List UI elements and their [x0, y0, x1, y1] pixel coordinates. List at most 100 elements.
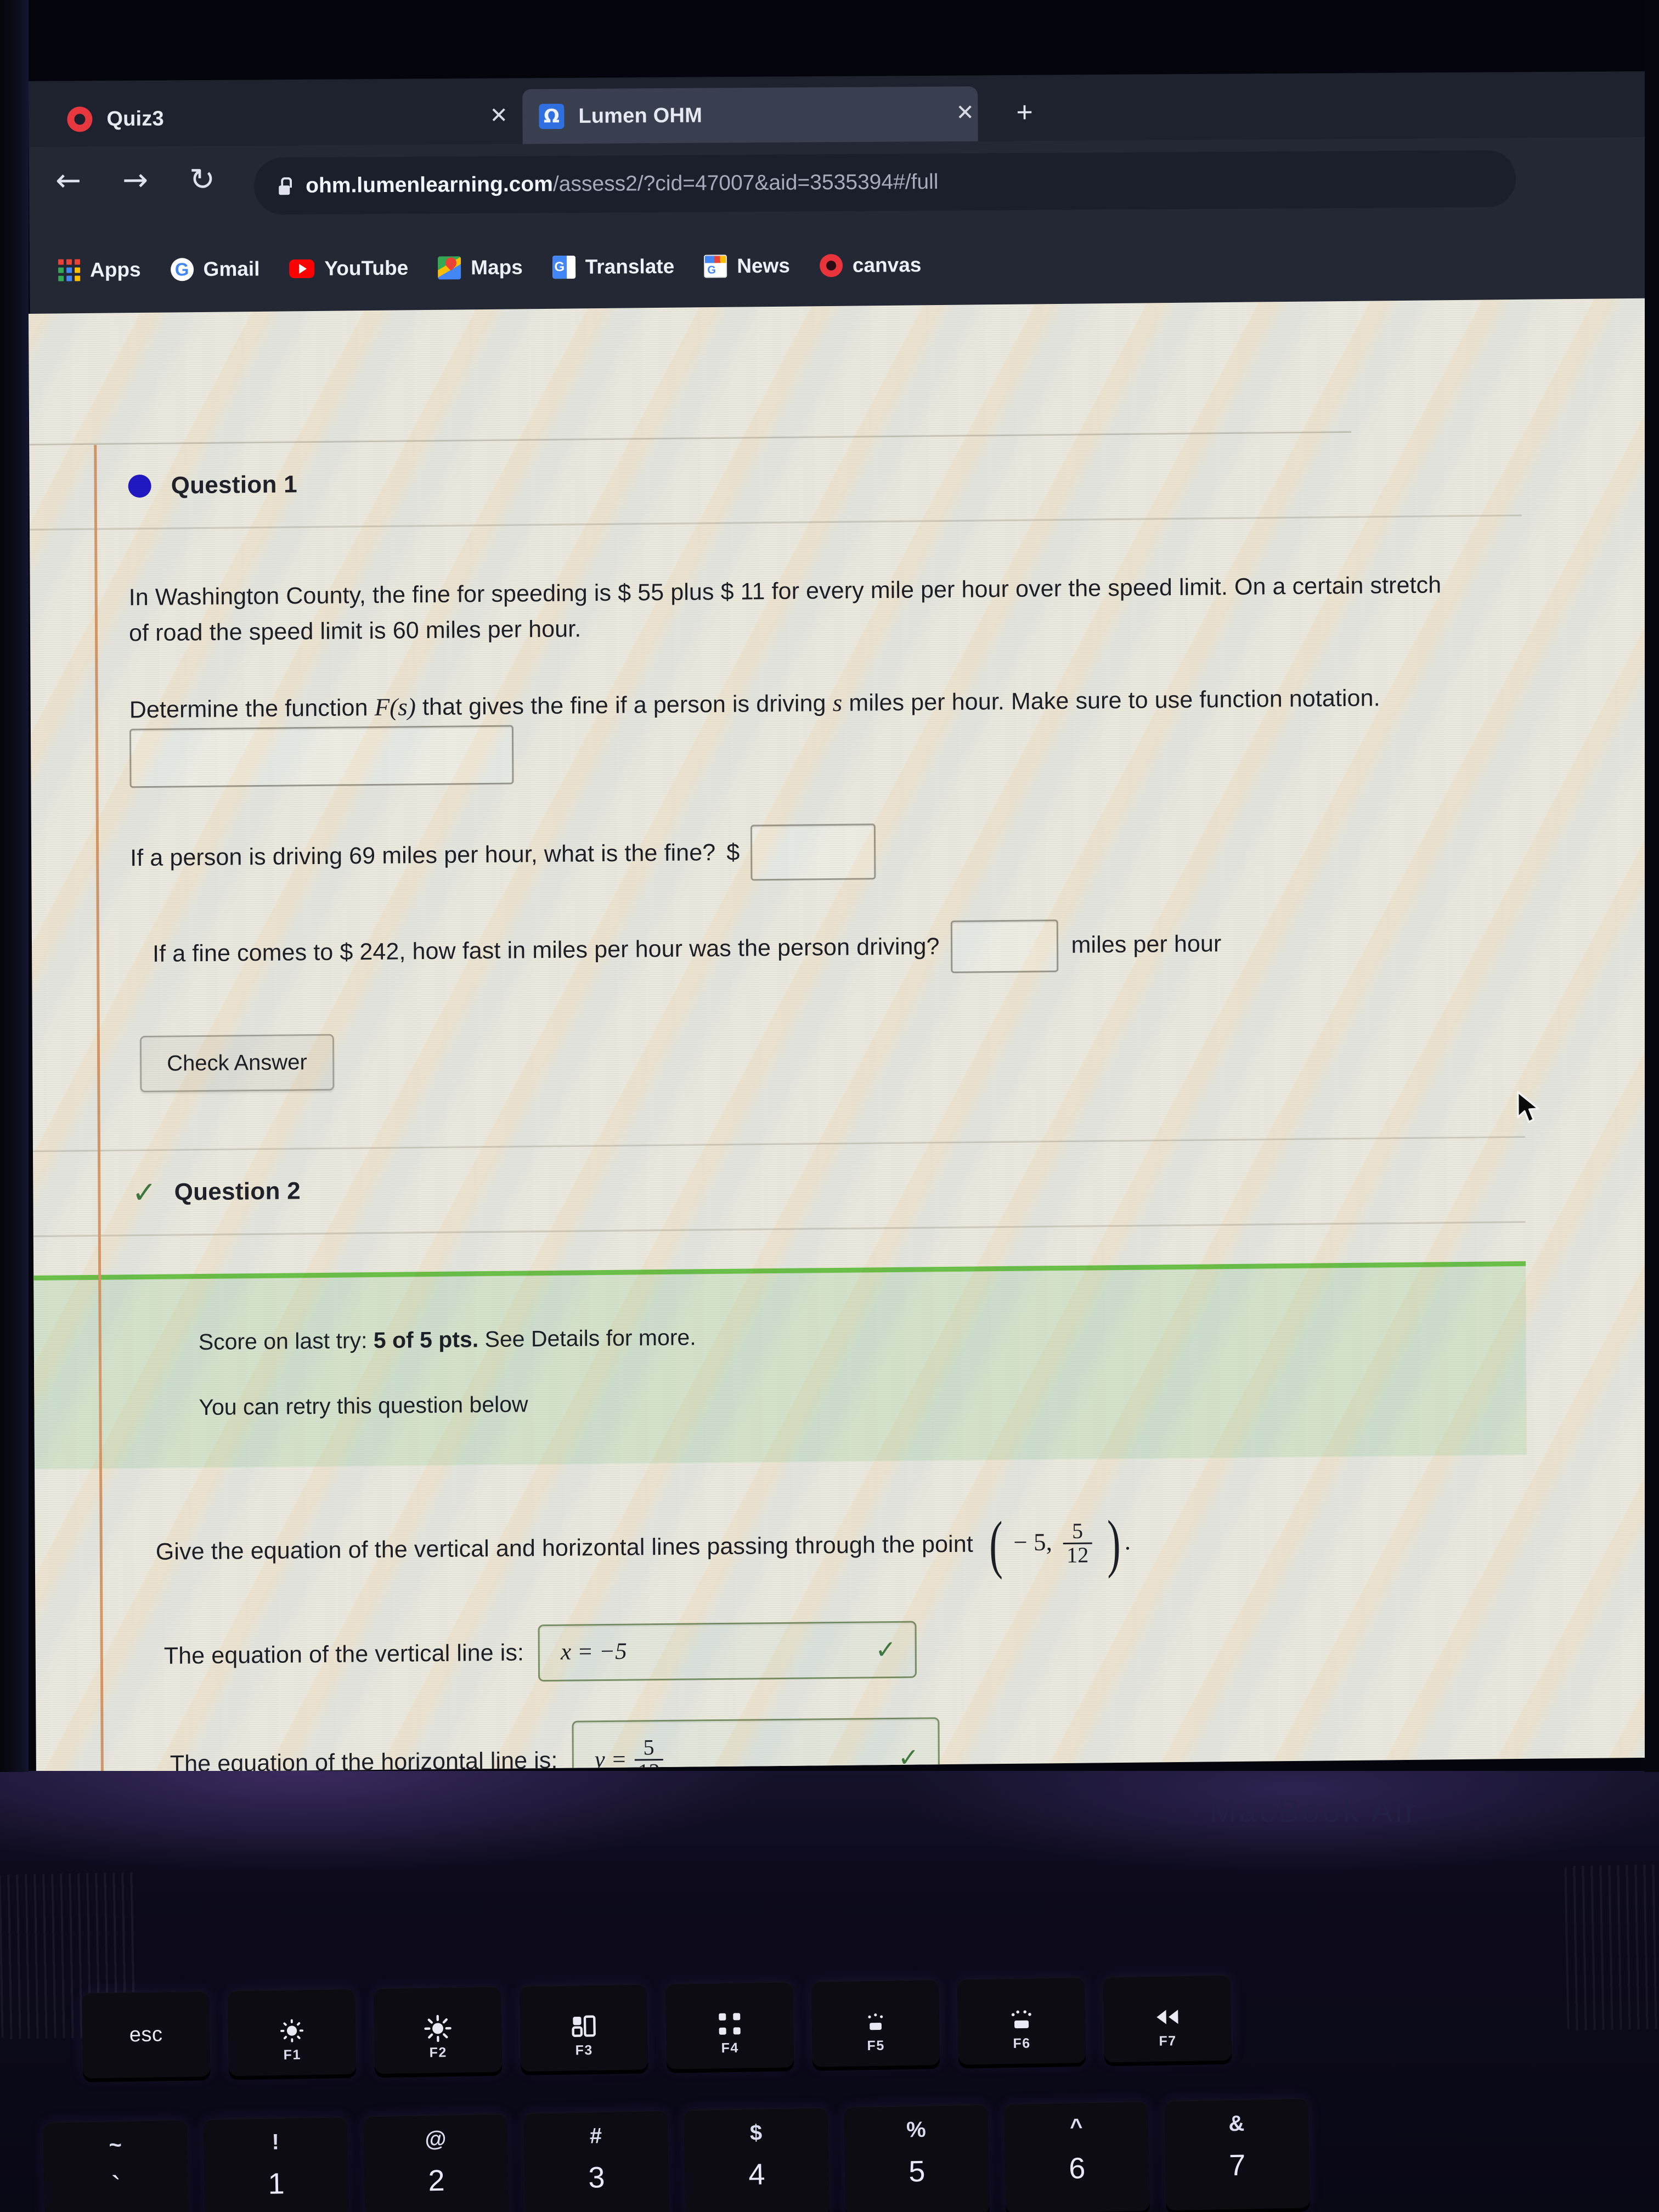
key-2[interactable]: @ 2 [363, 2113, 510, 2212]
url-host: ohm.lumenlearning.com [306, 172, 554, 198]
speed-answer-input[interactable] [950, 919, 1058, 973]
score-suffix: See Details for more. [478, 1324, 696, 1352]
question1-header[interactable]: Question 1 [29, 431, 1522, 529]
key-upper-label: & [1228, 2111, 1245, 2136]
key-3[interactable]: # 3 [523, 2110, 669, 2212]
forward-button[interactable]: → [122, 162, 148, 198]
address-input[interactable]: ohm.lumenlearning.com/assess2/?cid=47007… [253, 150, 1516, 215]
question2-feedback-panel: Score on last try: 5 of 5 pts. See Detai… [33, 1261, 1527, 1469]
key-backtick[interactable]: ~ ` [43, 2119, 189, 2212]
bookmark-label: Maps [471, 256, 523, 279]
news-icon [704, 255, 727, 278]
key-label: esc [129, 2022, 163, 2046]
laptop-photo: Quiz3 ✕ Ω Lumen OHM ✕ + ← → ↻ ohm.lumenl… [0, 0, 1659, 2212]
green-check-icon: ✓ [898, 1742, 919, 1772]
bookmark-maps[interactable]: Maps [438, 256, 523, 280]
question2-body: Give the equation of the vertical and ho… [35, 1454, 1528, 1773]
tab-title: Lumen OHM [578, 104, 703, 128]
bookmark-youtube[interactable]: YouTube [289, 257, 408, 280]
horizontal-line-input[interactable]: y = 5 12 ✓ [572, 1717, 940, 1773]
url-path: /assess2/?cid=47007&aid=3535394#/full [552, 170, 939, 196]
key-f2[interactable]: F2 [373, 1986, 503, 2074]
variable-s: s [832, 689, 843, 716]
bookmark-canvas[interactable]: canvas [819, 253, 922, 278]
macbook-brand: MacBook Air [1210, 1793, 1419, 1829]
arrow-cursor-icon [1516, 1091, 1539, 1123]
check-answer-button[interactable]: Check Answer [139, 1034, 335, 1092]
fraction-numerator: 5 [643, 1735, 654, 1760]
tab-close-lumen-ohm[interactable]: ✕ [956, 100, 974, 125]
point-x: − 5 [1013, 1528, 1046, 1556]
brightness-down-icon [278, 2016, 307, 2045]
bookmark-gmail[interactable]: G Gmail [170, 257, 260, 281]
apps-grid-icon [58, 259, 81, 281]
new-tab-button[interactable]: + [1016, 97, 1033, 128]
address-bar-row: ← → ↻ ohm.lumenlearning.com/assess2/?cid… [29, 137, 1646, 229]
green-check-icon: ✓ [875, 1634, 897, 1664]
horizontal-line-lhs: y = [594, 1746, 627, 1773]
key-upper-label: ^ [1069, 2114, 1083, 2139]
tab-close-quiz3[interactable]: ✕ [489, 104, 508, 128]
key-5[interactable]: % 5 [844, 2104, 990, 2212]
fraction-denominator: 12 [1063, 1542, 1092, 1567]
bookmark-news[interactable]: News [704, 255, 790, 278]
maps-icon [438, 256, 461, 280]
key-lower-label: ` [111, 2170, 122, 2204]
back-button[interactable]: ← [55, 162, 81, 198]
key-lower-label: 3 [588, 2161, 606, 2194]
currency-symbol: $ [726, 839, 740, 866]
key-6[interactable]: ^ 6 [1004, 2101, 1150, 2212]
question1-part-a: Determine the function F(s) that gives t… [129, 679, 1463, 788]
key-lower-label: 5 [908, 2154, 926, 2188]
key-fn-label: F3 [575, 2042, 594, 2058]
assessment-content: Question 1 In Washington County, the fin… [29, 300, 1528, 1773]
tab-title: Quiz3 [106, 106, 165, 131]
key-f1[interactable]: F1 [227, 1988, 357, 2076]
key-4[interactable]: $ 4 [684, 2107, 830, 2212]
question1-body: In Washington County, the fine for speed… [30, 516, 1525, 1150]
key-lower-label: 4 [748, 2158, 766, 2192]
vertical-line-value: x = −5 [560, 1638, 627, 1666]
key-upper-label: @ [425, 2126, 447, 2152]
question1-title: Question 1 [171, 471, 298, 499]
key-esc[interactable]: esc [81, 1990, 211, 2079]
question2-header[interactable]: ✓ Question 2 [33, 1137, 1526, 1235]
reload-button[interactable]: ↻ [189, 162, 215, 198]
retry-line: You can retry this question below [199, 1391, 528, 1420]
vertical-line-input[interactable]: x = −5 ✓ [538, 1621, 917, 1681]
key-f7[interactable]: F7 [1103, 1974, 1232, 2063]
key-fn-label: F5 [867, 2038, 885, 2054]
speed-unit-label: miles per hour [1071, 930, 1222, 959]
score-prefix: Score on last try: [198, 1327, 374, 1355]
key-f4[interactable]: F4 [665, 1982, 794, 2069]
bookmark-label: Gmail [203, 257, 260, 281]
key-1[interactable]: ! 1 [203, 2117, 349, 2212]
score-line: Score on last try: 5 of 5 pts. See Detai… [199, 1316, 1526, 1355]
lock-icon [277, 177, 291, 195]
key-fn-label: F1 [283, 2047, 302, 2063]
key-7[interactable]: & 7 [1164, 2098, 1310, 2211]
tab-quiz3[interactable]: Quiz3 [50, 89, 501, 147]
key-f5[interactable]: F5 [811, 1979, 940, 2067]
youtube-icon [289, 259, 315, 279]
blue-dot-icon [128, 474, 151, 498]
bookmark-label: canvas [852, 253, 922, 276]
bookmark-apps[interactable]: Apps [58, 258, 141, 282]
key-fn-label: F7 [1159, 2033, 1177, 2049]
key-f3[interactable]: F3 [519, 1984, 648, 2072]
bookmark-translate[interactable]: Translate [552, 255, 675, 279]
key-fn-label: F4 [721, 2040, 739, 2056]
key-upper-label: ~ [109, 2132, 122, 2158]
function-answer-input[interactable] [129, 725, 514, 788]
vertical-line-label: The equation of the vertical line is: [163, 1639, 524, 1670]
key-lower-label: 2 [427, 2164, 445, 2198]
scrolled-blank-region [29, 300, 1521, 445]
screen-bezel-left [0, 0, 29, 1772]
part-a-text-before: Determine the function [129, 695, 368, 724]
question2-prompt: Give the equation of the vertical and ho… [155, 1531, 973, 1566]
tab-lumen-ohm[interactable]: Ω Lumen OHM [522, 86, 978, 144]
key-f6[interactable]: F6 [957, 1977, 1086, 2065]
bookmark-label: Translate [585, 255, 675, 278]
left-paren: ( [989, 1508, 1003, 1580]
fine-answer-input[interactable] [751, 823, 876, 881]
